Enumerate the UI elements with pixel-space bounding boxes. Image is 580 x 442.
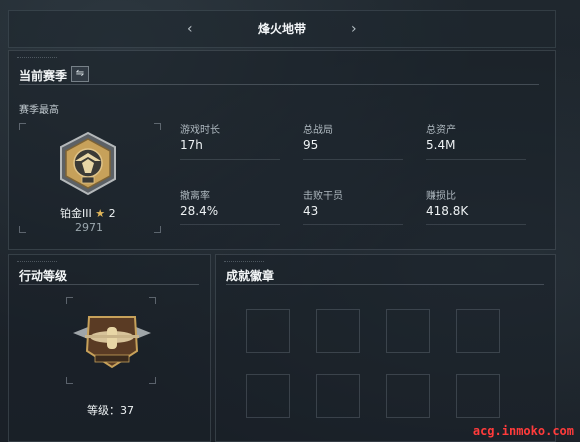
stat-value: 17h [180, 138, 203, 152]
achievements-header: 成就徽章 [226, 269, 275, 283]
next-mode-arrow[interactable]: › [351, 11, 357, 47]
stat-label: 总战局 [303, 125, 333, 136]
swap-icon[interactable]: ⇋ [71, 66, 89, 82]
badge-slot[interactable] [246, 374, 290, 418]
rank-stars: 2 [108, 207, 116, 220]
frame-corner [66, 377, 73, 384]
badge-slot[interactable] [316, 309, 360, 353]
stat-label: 赚损比 [426, 191, 456, 202]
stat-divider [303, 224, 403, 225]
rank-score: 2971 [75, 221, 103, 234]
header-divider [19, 84, 539, 85]
frame-corner [66, 297, 73, 304]
stat-divider [180, 224, 280, 225]
mode-title: 烽火地带 [257, 22, 306, 36]
stat-label: 游戏时长 [180, 125, 220, 136]
badge-slot[interactable] [316, 374, 360, 418]
stat-label: 击败干员 [303, 191, 343, 202]
stat-value: 28.4% [180, 204, 219, 218]
current-season-panel: 当前赛季 ⇋ 赛季最高 铂金III ★ 2 2971 游戏时长 17h 总战局 … [8, 50, 556, 250]
badge-slot[interactable] [456, 374, 500, 418]
rank-badge-icon [60, 131, 116, 196]
badge-slot[interactable] [386, 309, 430, 353]
stat-value: 95 [303, 138, 319, 152]
stat-value: 5.4M [426, 138, 456, 152]
panel-decoration [17, 57, 57, 60]
header-divider [226, 284, 544, 285]
level-emblem-icon [73, 316, 151, 369]
frame-corner [154, 123, 161, 130]
rank-tier: 铂金III [60, 207, 92, 220]
badge-slot[interactable] [456, 309, 500, 353]
action-level-header: 行动等级 [19, 269, 68, 283]
frame-corner [19, 226, 26, 233]
mode-switcher: ‹ 烽火地带 › [8, 10, 556, 48]
season-best-label: 赛季最高 [19, 105, 59, 116]
panel-decoration [224, 261, 264, 264]
stat-value: 418.8K [426, 204, 469, 218]
badge-slot[interactable] [246, 309, 290, 353]
current-season-header: 当前赛季 [19, 69, 68, 83]
header-divider [19, 284, 199, 285]
frame-corner [149, 377, 156, 384]
panel-decoration [17, 261, 57, 264]
watermark: acg.inmoko.com [472, 424, 574, 438]
stat-label: 撤离率 [180, 191, 210, 202]
frame-corner [154, 226, 161, 233]
stat-divider [426, 224, 526, 225]
rank-name: 铂金III ★ 2 [60, 205, 116, 221]
stat-label: 总资产 [426, 125, 456, 136]
star-icon: ★ [95, 207, 106, 220]
badge-slot[interactable] [386, 374, 430, 418]
frame-corner [19, 123, 26, 130]
stat-divider [426, 159, 526, 160]
frame-corner [149, 297, 156, 304]
stat-divider [303, 159, 403, 160]
stat-value: 43 [303, 204, 319, 218]
level-text: 等级：37 [87, 404, 134, 417]
achievements-panel: 成就徽章 [215, 254, 556, 442]
stat-divider [180, 159, 280, 160]
action-level-panel: 行动等级 等级：37 [8, 254, 211, 442]
